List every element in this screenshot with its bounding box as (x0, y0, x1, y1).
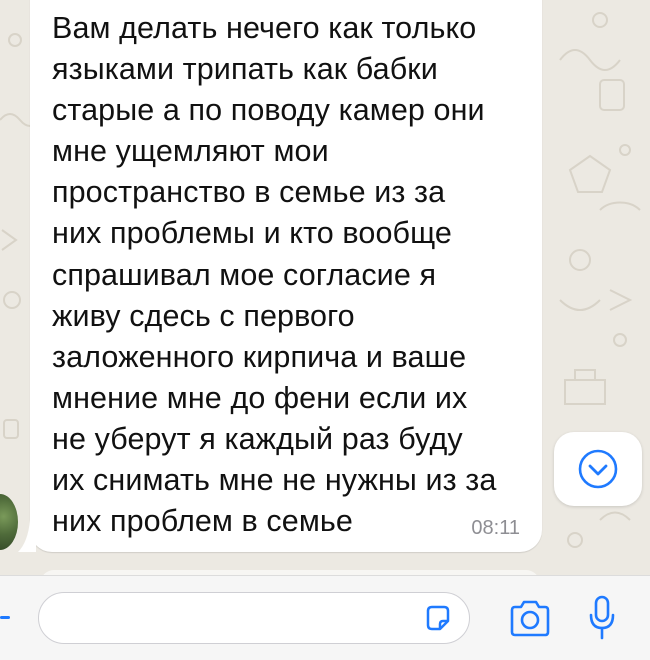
message-line: языками трипать как бабки (52, 52, 438, 87)
message-line: них проблем в семье (52, 504, 353, 539)
message-line: пространство в семье из за (52, 175, 446, 210)
message-line: живу сдесь с первого (52, 298, 355, 333)
message-line: мнение мне до фени если их (52, 380, 468, 415)
message-line: их снимать мне не нужны из за (52, 463, 497, 498)
incoming-message-bubble[interactable]: Вам делать нечего как только языками три… (30, 0, 542, 552)
message-line: мне ущемляют мои (52, 134, 329, 169)
chevron-down-icon (578, 449, 618, 489)
sticker-icon[interactable] (423, 603, 453, 633)
message-line: Вам делать нечего как только (52, 11, 477, 45)
microphone-icon[interactable] (586, 594, 618, 642)
message-line: старые а по поводу камер они (52, 93, 485, 128)
message-input[interactable] (38, 592, 470, 644)
message-timestamp: 08:11 (471, 517, 520, 539)
message-line: них проблемы и кто вообще (52, 216, 452, 251)
message-line: заложенного кирпича и ваше (52, 339, 467, 374)
attach-button[interactable] (0, 616, 10, 619)
camera-icon[interactable] (508, 600, 552, 638)
message-line: спрашивал мое согласие я (52, 257, 437, 292)
message-input-bar (0, 575, 650, 660)
scroll-to-bottom-button[interactable] (554, 432, 642, 506)
message-line: не уберут я каждый раз буду (52, 421, 463, 456)
